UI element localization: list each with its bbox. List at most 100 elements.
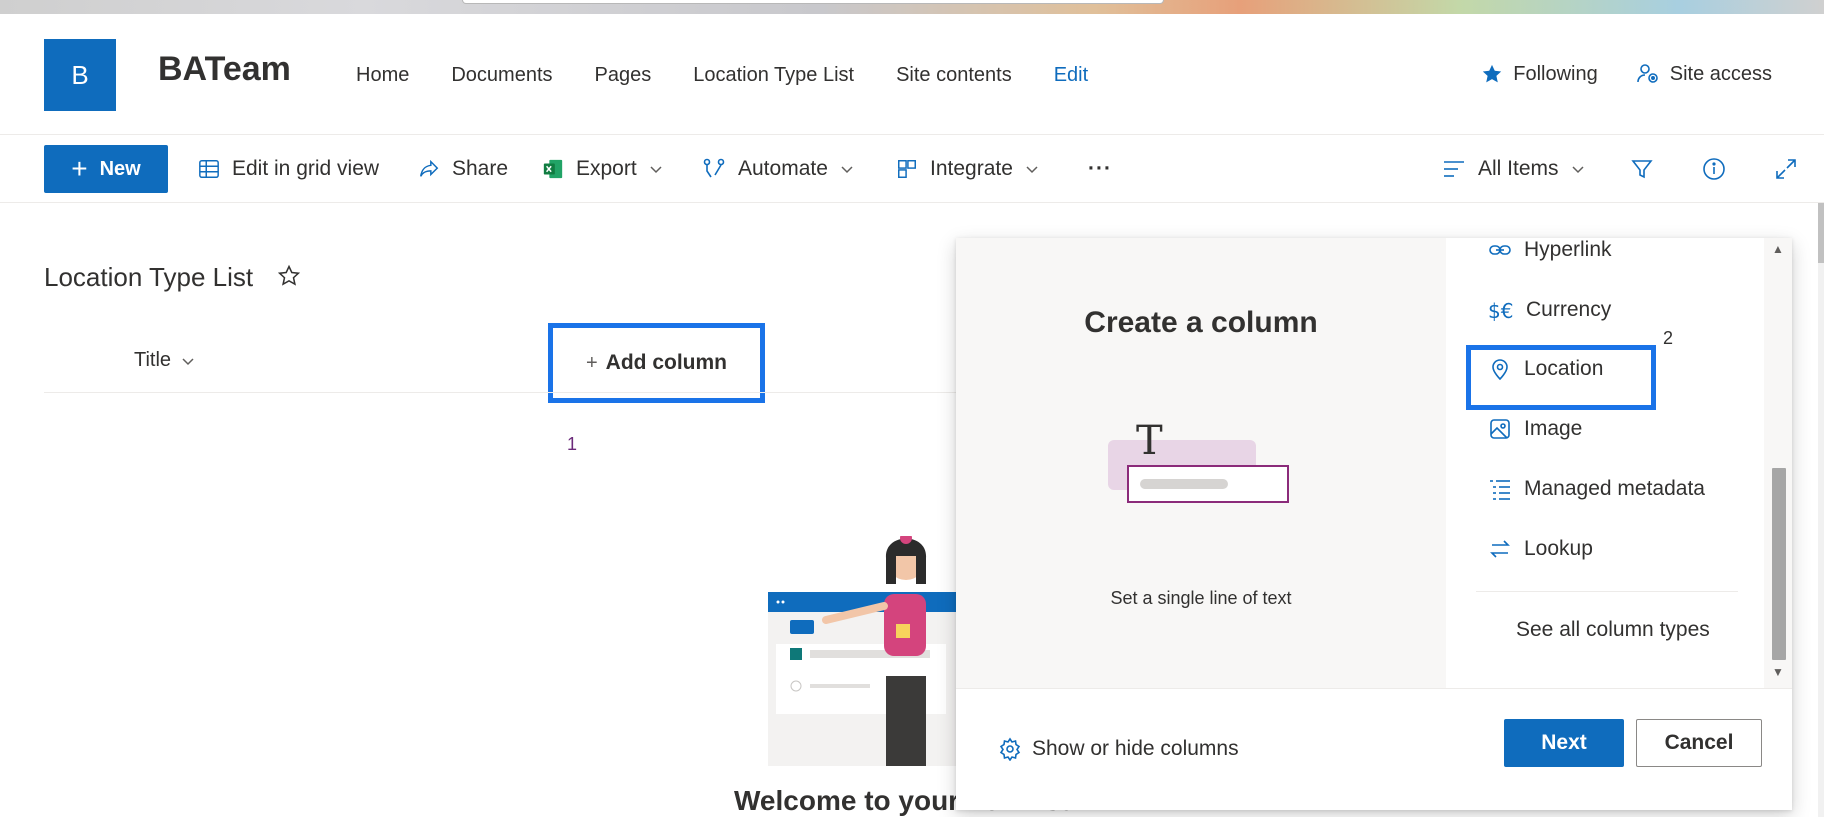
people-settings-icon (1636, 64, 1658, 83)
page-scrollbar-thumb[interactable] (1818, 203, 1824, 263)
edit-in-grid-view-button[interactable]: Edit in grid view (198, 149, 379, 189)
column-type-label: Managed metadata (1524, 477, 1705, 500)
chevron-down-icon (182, 357, 194, 365)
nav-pages[interactable]: Pages (595, 64, 652, 87)
show-hide-columns-button[interactable]: Show or hide columns (998, 737, 1239, 761)
type-list-scrollbar[interactable]: ▲ ▼ (1764, 238, 1792, 688)
favorite-star-icon[interactable] (277, 264, 301, 288)
share-label: Share (452, 157, 509, 180)
nav-documents[interactable]: Documents (451, 64, 552, 87)
column-type-label: Lookup (1524, 537, 1593, 560)
command-bar: + New Edit in grid view Share Export Aut… (0, 135, 1824, 203)
scroll-up-icon[interactable]: ▲ (1772, 242, 1784, 256)
add-column-label: Add column (605, 351, 727, 374)
following-label: Following (1513, 62, 1598, 85)
panel-title: Create a column (1084, 306, 1318, 339)
site-access-button[interactable]: Site access (1636, 62, 1772, 86)
scroll-down-icon[interactable]: ▼ (1772, 665, 1784, 679)
automate-label: Automate (738, 157, 828, 180)
see-all-column-types-link[interactable]: See all column types (1516, 618, 1710, 642)
plus-icon: + (71, 153, 88, 184)
column-type-label: Currency (1526, 298, 1612, 321)
column-type-label: Hyperlink (1524, 238, 1612, 261)
expand-icon (1776, 159, 1796, 179)
info-icon (1703, 158, 1725, 180)
column-type-hyperlink[interactable]: Hyperlink (1488, 238, 1612, 262)
excel-icon (543, 159, 563, 179)
location-highlight-box (1466, 345, 1656, 410)
create-column-panel: Create a column T Set a single line of t… (956, 238, 1792, 810)
metadata-icon (1490, 480, 1510, 500)
gear-icon (999, 737, 1021, 761)
image-icon (1490, 419, 1510, 439)
chevron-down-icon (1571, 166, 1584, 174)
nav-edit[interactable]: Edit (1054, 64, 1088, 87)
export-label: Export (576, 157, 637, 180)
share-icon (420, 159, 439, 177)
site-logo[interactable]: B (44, 39, 116, 111)
column-preview-pane: Create a column T Set a single line of t… (956, 238, 1446, 688)
automate-button[interactable]: Automate (702, 149, 854, 189)
column-type-label: Image (1524, 417, 1583, 440)
chevron-down-icon (1026, 166, 1038, 174)
scrollbar-thumb[interactable] (1772, 468, 1786, 660)
column-type-currency[interactable]: $€ Currency (1488, 297, 1611, 323)
address-bar-edge[interactable] (462, 0, 1164, 4)
column-type-list: Hyperlink $€ Currency Location Image Man… (1446, 238, 1764, 688)
share-button[interactable]: Share (418, 149, 508, 189)
export-button[interactable]: Export (542, 149, 663, 189)
currency-icon: $€ (1488, 299, 1513, 323)
integrate-button[interactable]: Integrate (896, 149, 1039, 189)
plus-icon: + (585, 351, 598, 374)
nav-home[interactable]: Home (356, 64, 409, 87)
list-lines-icon (1444, 161, 1464, 177)
column-type-image[interactable]: Image (1488, 417, 1582, 441)
expand-button[interactable] (1774, 149, 1810, 189)
site-navigation: Home Documents Pages Location Type List … (356, 64, 1130, 87)
header-divider (44, 392, 956, 393)
add-column-button[interactable]: + Add column (548, 323, 765, 403)
nav-location-type-list[interactable]: Location Type List (693, 64, 854, 87)
view-selector[interactable]: All Items (1442, 149, 1585, 189)
lookup-icon (1490, 540, 1510, 558)
following-button[interactable]: Following (1481, 62, 1598, 86)
nav-site-contents[interactable]: Site contents (896, 64, 1012, 87)
more-options-button[interactable]: ··· (1088, 149, 1112, 189)
filter-button[interactable] (1630, 149, 1666, 189)
site-header: B BATeam Home Documents Pages Location T… (0, 14, 1824, 135)
svg-text:$€: $€ (1488, 299, 1513, 323)
new-button[interactable]: + New (44, 145, 168, 193)
next-button[interactable]: Next (1504, 719, 1624, 767)
text-field-preview-icon: T (1108, 422, 1289, 503)
integrate-icon (898, 160, 916, 178)
info-button[interactable] (1702, 149, 1738, 189)
new-button-label: New (99, 157, 141, 180)
grid-icon (199, 160, 219, 178)
view-selector-label: All Items (1478, 157, 1559, 180)
column-type-lookup[interactable]: Lookup (1488, 537, 1593, 561)
column-header-title[interactable]: Title (134, 349, 195, 372)
edit-in-grid-view-label: Edit in grid view (232, 157, 380, 180)
step-marker-2: 2 (1663, 328, 1674, 348)
site-actions: Following Site access (1443, 62, 1772, 86)
site-access-label: Site access (1669, 62, 1772, 85)
browser-chrome-strip (0, 0, 1824, 14)
filter-icon (1631, 160, 1653, 179)
chevron-down-icon (650, 166, 662, 174)
step-marker-1: 1 (567, 434, 578, 454)
site-title[interactable]: BATeam (158, 50, 291, 89)
type-list-divider (1476, 591, 1738, 592)
list-title: Location Type List (44, 262, 254, 292)
cancel-button[interactable]: Cancel (1636, 719, 1762, 767)
show-hide-columns-label: Show or hide columns (1032, 737, 1239, 760)
link-icon (1489, 245, 1511, 255)
svg-text:T: T (1136, 422, 1163, 464)
column-type-managed-metadata[interactable]: Managed metadata (1488, 477, 1705, 501)
preview-caption: Set a single line of text (1110, 588, 1292, 608)
panel-footer: Show or hide columns Next Cancel (956, 688, 1792, 810)
page-scrollbar[interactable] (1818, 203, 1824, 817)
star-filled-icon (1483, 64, 1502, 83)
empty-list-illustration (768, 536, 962, 766)
column-header-title-label: Title (134, 349, 172, 371)
automate-flow-icon (703, 158, 725, 178)
